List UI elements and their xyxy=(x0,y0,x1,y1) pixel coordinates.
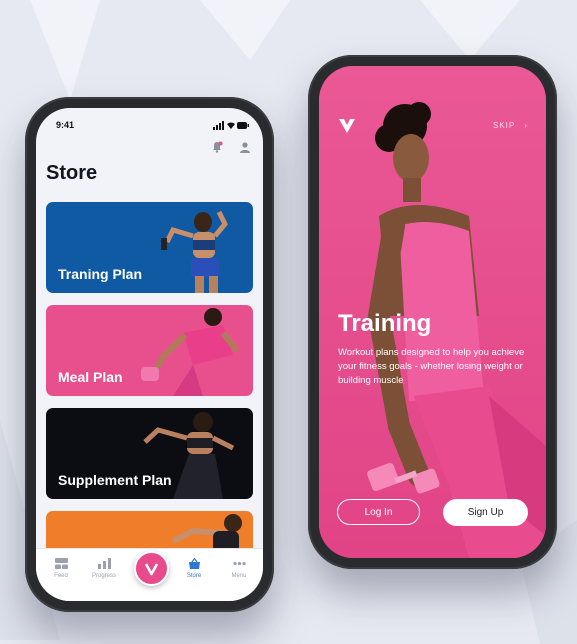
meal-plan-card[interactable]: Meal Plan xyxy=(46,305,253,396)
brand-v-logo-icon xyxy=(339,119,355,133)
store-phone: 9:41 Store Traning Plan Meal Plan Supple… xyxy=(25,97,274,612)
store-bag-icon xyxy=(188,558,200,569)
skip-button[interactable]: SKIP › xyxy=(493,121,528,130)
tab-progress[interactable]: Progress xyxy=(82,558,126,579)
bottom-tab-bar: Feed Progress Store Menu xyxy=(36,548,263,601)
status-bar: 9:41 xyxy=(36,119,263,133)
card-label: Supplement Plan xyxy=(58,472,172,488)
onboarding-description: Workout plans designed to help you achie… xyxy=(338,347,525,386)
tab-menu[interactable]: Menu xyxy=(217,558,261,579)
tab-label: Progress xyxy=(91,573,116,579)
profile-icon[interactable] xyxy=(239,140,251,158)
onboarding-phone: SKIP › Training Workout plans designed t… xyxy=(308,55,557,569)
onboarding-screen: SKIP › Training Workout plans designed t… xyxy=(319,66,546,558)
card-label: Meal Plan xyxy=(58,369,123,385)
tab-store[interactable]: Store xyxy=(172,558,216,579)
training-plan-card[interactable]: Traning Plan xyxy=(46,202,253,293)
athlete-photo xyxy=(161,210,228,293)
center-v-button[interactable] xyxy=(134,551,169,586)
feed-icon xyxy=(54,558,68,569)
tab-label: Store xyxy=(186,573,202,579)
status-time: 9:41 xyxy=(56,120,75,130)
progress-chart-icon xyxy=(97,558,111,569)
tab-label: Menu xyxy=(231,573,247,579)
onboarding-title: Training xyxy=(338,310,432,337)
chevron-right-icon: › xyxy=(524,121,528,130)
signup-button[interactable]: Sign Up xyxy=(443,499,528,526)
login-button[interactable]: Log In xyxy=(337,499,420,525)
notification-bell-icon[interactable] xyxy=(211,140,223,158)
card-label: Traning Plan xyxy=(58,266,143,282)
tab-label: Feed xyxy=(54,573,68,579)
athlete-photo xyxy=(141,308,240,396)
status-icons xyxy=(213,121,249,132)
page-title: Store xyxy=(46,162,98,184)
tab-feed[interactable]: Feed xyxy=(39,558,83,579)
store-screen: 9:41 Store Traning Plan Meal Plan Supple… xyxy=(36,108,263,601)
supplement-plan-card[interactable]: Supplement Plan xyxy=(46,408,253,499)
menu-dots-icon xyxy=(232,561,246,566)
skip-label: SKIP xyxy=(493,121,516,130)
v-logo-icon xyxy=(144,563,159,576)
header-icons xyxy=(211,140,251,158)
